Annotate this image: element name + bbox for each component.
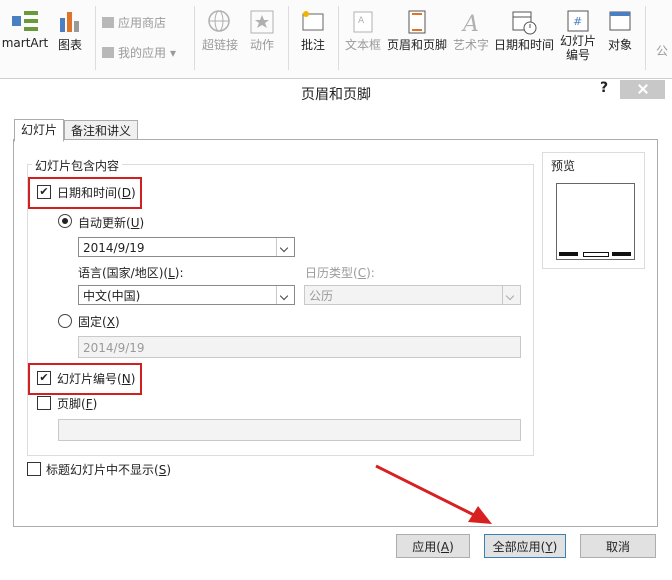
wordart-icon: A: [461, 12, 479, 36]
ribbon-separator: [95, 6, 96, 70]
star-icon: [250, 10, 274, 34]
hyperlink-label: 超链接: [201, 38, 238, 52]
slide-number-button[interactable]: # 幻灯片 编号: [558, 8, 598, 62]
svg-text:A: A: [358, 16, 365, 26]
slide-number-label-1: 幻灯片: [559, 34, 596, 48]
app-store-label: 应用商店: [118, 16, 167, 30]
calendar-clock-icon: [512, 11, 537, 35]
slide-number-highlight: [28, 363, 142, 395]
preview-footer-placeholder: [583, 252, 609, 257]
fixed-date-input[interactable]: 2014/9/19: [78, 336, 521, 358]
comment-icon: [302, 11, 324, 31]
dont-show-title-label: 标题幻灯片中不显示(S): [46, 463, 172, 477]
language-select[interactable]: 中文(中国): [78, 285, 295, 305]
formula-button-partial[interactable]: 公: [656, 42, 668, 59]
comment-button[interactable]: 批注: [294, 8, 332, 53]
textbox-button[interactable]: A 文本框: [344, 8, 382, 53]
group-label: 幻灯片包含内容: [32, 157, 123, 174]
hyperlink-button[interactable]: 超链接: [200, 8, 240, 53]
chevron-down-icon: [276, 238, 294, 256]
comment-label: 批注: [300, 38, 325, 52]
apply-button[interactable]: 应用(A): [396, 534, 470, 558]
help-button[interactable]: ?: [600, 80, 608, 96]
fixed-radio[interactable]: [58, 314, 72, 328]
chevron-down-icon: [276, 286, 294, 304]
svg-text:A: A: [461, 12, 479, 36]
dont-show-title-checkbox[interactable]: [27, 462, 41, 476]
calendar-type-label: 日历类型(C):: [305, 266, 375, 280]
action-label: 动作: [249, 38, 274, 52]
slide-number-label-2: 编号: [565, 48, 590, 62]
dialog-title: 页眉和页脚: [301, 87, 371, 103]
ribbon-separator: [338, 6, 339, 70]
formula-label: 公: [656, 44, 669, 58]
footer-label: 页脚(F): [57, 397, 98, 411]
object-label: 对象: [607, 38, 632, 52]
chart-icon: [60, 12, 79, 32]
language-label: 语言(国家/地区)(L):: [78, 266, 184, 280]
ribbon-separator: [288, 6, 289, 70]
ribbon-separator: [645, 6, 646, 70]
slide-number-icon: #: [567, 10, 589, 32]
annotation-arrow-icon: [375, 464, 492, 524]
my-apps-label: 我的应用: [118, 46, 167, 60]
cancel-button[interactable]: 取消: [580, 534, 656, 558]
chevron-down-icon: [502, 286, 520, 304]
date-time-button[interactable]: 日期和时间: [494, 8, 554, 53]
tab-slide[interactable]: 幻灯片: [14, 119, 65, 142]
auto-date-select[interactable]: 2014/9/19: [78, 237, 295, 257]
preview-slide: [556, 183, 635, 260]
preview-date-placeholder: [559, 252, 578, 256]
globe-link-icon: [208, 10, 230, 32]
svg-text:#: #: [573, 15, 582, 28]
footer-input[interactable]: [58, 419, 521, 441]
action-button[interactable]: 动作: [246, 8, 278, 53]
smartart-icon: [12, 11, 38, 31]
fixed-label: 固定(X): [78, 315, 120, 329]
date-time-label: 日期和时间: [494, 38, 555, 52]
textbox-label: 文本框: [344, 38, 381, 52]
calendar-type-select[interactable]: 公历: [304, 285, 521, 305]
ribbon: martArt 图表 应用商店 我的应用 ▾ 超链接 动作 批注 A 文本框 页眉…: [0, 0, 672, 79]
object-button[interactable]: 对象: [604, 8, 636, 53]
header-footer-button[interactable]: 页眉和页脚: [386, 8, 448, 53]
close-button[interactable]: [620, 80, 665, 99]
preview-number-placeholder: [612, 252, 631, 256]
date-time-highlight: [28, 177, 142, 209]
footer-checkbox[interactable]: [37, 396, 51, 410]
my-apps-button[interactable]: 我的应用 ▾: [102, 44, 176, 61]
wordart-button[interactable]: A 艺术字: [452, 8, 490, 53]
my-apps-icon: [102, 47, 114, 58]
header-footer-icon: [408, 10, 426, 34]
wordart-label: 艺术字: [452, 38, 489, 52]
preview-label: 预览: [548, 157, 579, 174]
dropdown-arrow-icon: ▾: [170, 46, 177, 60]
smartart-label: martArt: [1, 36, 49, 50]
ribbon-separator: [194, 6, 195, 70]
smartart-button[interactable]: martArt: [0, 8, 50, 50]
chart-label: 图表: [57, 38, 82, 52]
close-icon: [638, 84, 648, 94]
chart-button[interactable]: 图表: [52, 8, 88, 53]
object-icon: [609, 11, 631, 31]
header-footer-label: 页眉和页脚: [386, 38, 447, 52]
app-store-button[interactable]: 应用商店: [102, 14, 166, 31]
textbox-icon: A: [353, 11, 373, 33]
apply-all-button[interactable]: 全部应用(Y): [484, 534, 566, 558]
auto-update-radio[interactable]: [58, 214, 72, 228]
auto-update-label: 自动更新(U): [78, 216, 145, 230]
store-icon: [102, 17, 114, 28]
